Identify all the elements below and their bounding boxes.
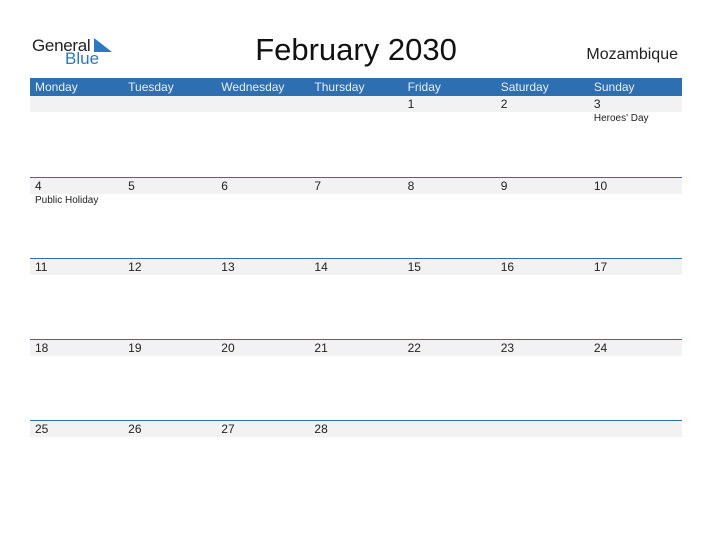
- event-row: Heroes' Day: [30, 112, 682, 126]
- day-number-row: 4 5 6 7 8 9 10: [30, 178, 682, 194]
- day-number: 22: [407, 341, 421, 355]
- day-number: [216, 96, 309, 112]
- day-number: [30, 96, 123, 112]
- day-number-row: 1 2 3: [30, 96, 682, 112]
- weekday-wednesday: Wednesday: [221, 80, 285, 94]
- holiday-label: [123, 112, 216, 126]
- day-number: 2: [500, 97, 508, 111]
- holiday-label: [309, 194, 402, 208]
- holiday-label: [216, 194, 309, 208]
- day-number: 10: [593, 179, 608, 193]
- country-label: Mozambique: [586, 46, 678, 63]
- event-row: Public Holiday: [30, 194, 682, 208]
- day-number: 27: [221, 422, 235, 436]
- weekday-friday: Friday: [407, 80, 441, 94]
- day-number: 13: [221, 260, 235, 274]
- day-number: 7: [314, 179, 322, 193]
- day-number: [589, 421, 682, 437]
- day-number: [309, 96, 402, 112]
- holiday-label: [403, 194, 496, 208]
- day-number-row: 18 19 20 21 22 23 24: [30, 340, 682, 356]
- day-number: 23: [500, 341, 515, 355]
- weekday-saturday: Saturday: [500, 80, 549, 94]
- week-row: 25 26 27 28: [30, 420, 682, 501]
- day-number: 15: [407, 260, 421, 274]
- holiday-label: [309, 112, 402, 126]
- day-number-row: 25 26 27 28: [30, 421, 682, 437]
- weekday-monday: Monday: [35, 80, 78, 94]
- day-number: 3: [593, 97, 601, 111]
- day-number: 16: [500, 260, 515, 274]
- weekday-sunday: Sunday: [593, 80, 635, 94]
- day-number: [496, 421, 589, 437]
- calendar-grid: Monday Tuesday Wednesday Thursday Friday…: [30, 78, 682, 501]
- day-number: 6: [221, 179, 228, 193]
- day-number: 19: [128, 341, 142, 355]
- day-number: 25: [35, 422, 49, 436]
- day-number: 9: [500, 179, 508, 193]
- day-number: 28: [314, 422, 328, 436]
- week-row: 18 19 20 21 22 23 24: [30, 339, 682, 420]
- day-number: 1: [407, 97, 415, 111]
- day-number: 8: [407, 179, 415, 193]
- weekday-thursday: Thursday: [314, 80, 365, 94]
- day-number: 24: [593, 341, 608, 355]
- holiday-label: Heroes' Day: [593, 113, 649, 124]
- day-number: [403, 421, 496, 437]
- holiday-label: [123, 194, 216, 208]
- day-number: 21: [314, 341, 328, 355]
- week-row: 1 2 3 Heroes' Day: [30, 96, 682, 177]
- weekday-tuesday: Tuesday: [128, 80, 174, 94]
- day-number: [123, 96, 216, 112]
- holiday-label: [589, 194, 682, 208]
- day-number: 11: [35, 260, 48, 274]
- week-row: 4 5 6 7 8 9 10 Public Holiday: [30, 177, 682, 258]
- day-number: 14: [314, 260, 328, 274]
- day-number: 12: [128, 260, 142, 274]
- weekday-header: Monday Tuesday Wednesday Thursday Friday…: [30, 78, 682, 96]
- holiday-label: [30, 112, 123, 126]
- day-number: 4: [35, 179, 42, 193]
- day-number: 20: [221, 341, 235, 355]
- day-number: 26: [128, 422, 142, 436]
- day-number: 17: [593, 260, 608, 274]
- week-row: 11 12 13 14 15 16 17: [30, 258, 682, 339]
- holiday-label: [496, 112, 589, 126]
- day-number-row: 11 12 13 14 15 16 17: [30, 259, 682, 275]
- holiday-label: Public Holiday: [35, 195, 99, 206]
- day-number: 18: [35, 341, 49, 355]
- day-number: 5: [128, 179, 135, 193]
- holiday-label: [496, 194, 589, 208]
- holiday-label: [216, 112, 309, 126]
- holiday-label: [403, 112, 496, 126]
